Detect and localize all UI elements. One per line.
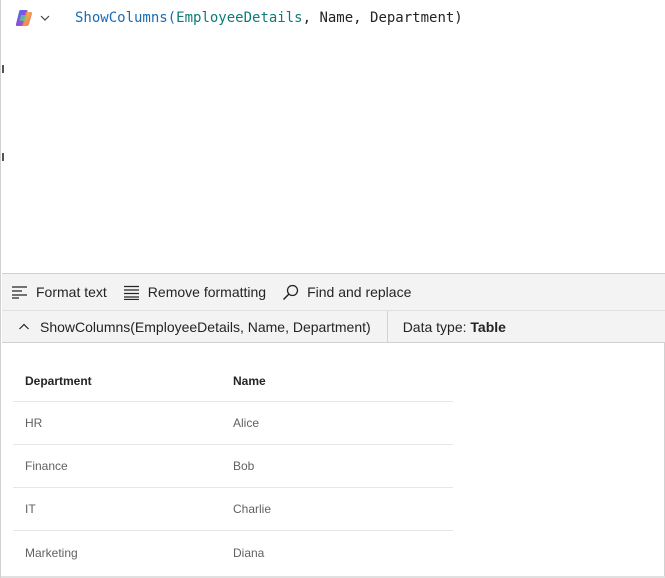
table-row: IT Charlie xyxy=(13,488,453,531)
formula-editor[interactable]: ShowColumns(EmployeeDetails, Name, Depar… xyxy=(2,0,665,273)
formula-function: ShowColumns xyxy=(75,10,168,26)
resize-marker xyxy=(2,153,4,161)
find-replace-label: Find and replace xyxy=(307,284,412,300)
result-expression: ShowColumns(EmployeeDetails, Name, Depar… xyxy=(40,318,371,335)
cell-department: Finance xyxy=(25,459,68,473)
table-header-row: Department Name xyxy=(13,360,453,402)
remove-formatting-button[interactable]: Remove formatting xyxy=(123,278,266,306)
cell-department: HR xyxy=(25,416,43,430)
cell-name: Charlie xyxy=(233,502,272,516)
cell-department: Marketing xyxy=(25,545,78,560)
collapse-result-button[interactable]: ShowColumns(EmployeeDetails, Name, Depar… xyxy=(2,311,388,342)
resize-marker xyxy=(2,65,4,73)
search-icon xyxy=(283,284,299,300)
format-text-icon xyxy=(12,286,27,299)
formula-args: , Name, Department) xyxy=(302,10,463,26)
remove-formatting-label: Remove formatting xyxy=(147,284,267,300)
formula-toolbar: Format text Remove formatting Find and r… xyxy=(2,273,665,310)
copilot-button[interactable] xyxy=(14,8,58,28)
column-header-name: Name xyxy=(233,373,266,388)
chevron-up-icon xyxy=(19,323,29,329)
format-text-button[interactable]: Format text xyxy=(11,278,107,306)
data-type-value: Table xyxy=(470,318,506,335)
chevron-down-icon xyxy=(40,15,50,21)
data-type: Data type: Table xyxy=(388,319,506,335)
format-text-label: Format text xyxy=(36,284,107,300)
result-header: ShowColumns(EmployeeDetails, Name, Depar… xyxy=(2,310,665,343)
data-type-label: Data type: xyxy=(402,318,467,335)
cell-name: Alice xyxy=(233,416,260,430)
formula-bar-panel: ShowColumns(EmployeeDetails, Name, Depar… xyxy=(0,0,665,578)
remove-formatting-icon xyxy=(123,285,139,300)
table-row: Marketing Diana xyxy=(13,531,453,574)
formula-text[interactable]: ShowColumns(EmployeeDetails, Name, Depar… xyxy=(75,9,463,27)
table-row: HR Alice xyxy=(13,402,453,445)
cell-department: IT xyxy=(25,502,36,516)
cell-name: Bob xyxy=(233,459,255,473)
formula-open-paren: ( xyxy=(167,10,177,26)
formula-table-arg: EmployeeDetails xyxy=(176,10,303,26)
copilot-icon xyxy=(15,10,33,26)
cell-name: Diana xyxy=(233,545,265,560)
result-table: Department Name HR Alice Finance Bob IT … xyxy=(13,360,453,574)
find-replace-button[interactable]: Find and replace xyxy=(282,278,411,306)
table-row: Finance Bob xyxy=(13,445,453,488)
column-header-department: Department xyxy=(25,373,92,388)
